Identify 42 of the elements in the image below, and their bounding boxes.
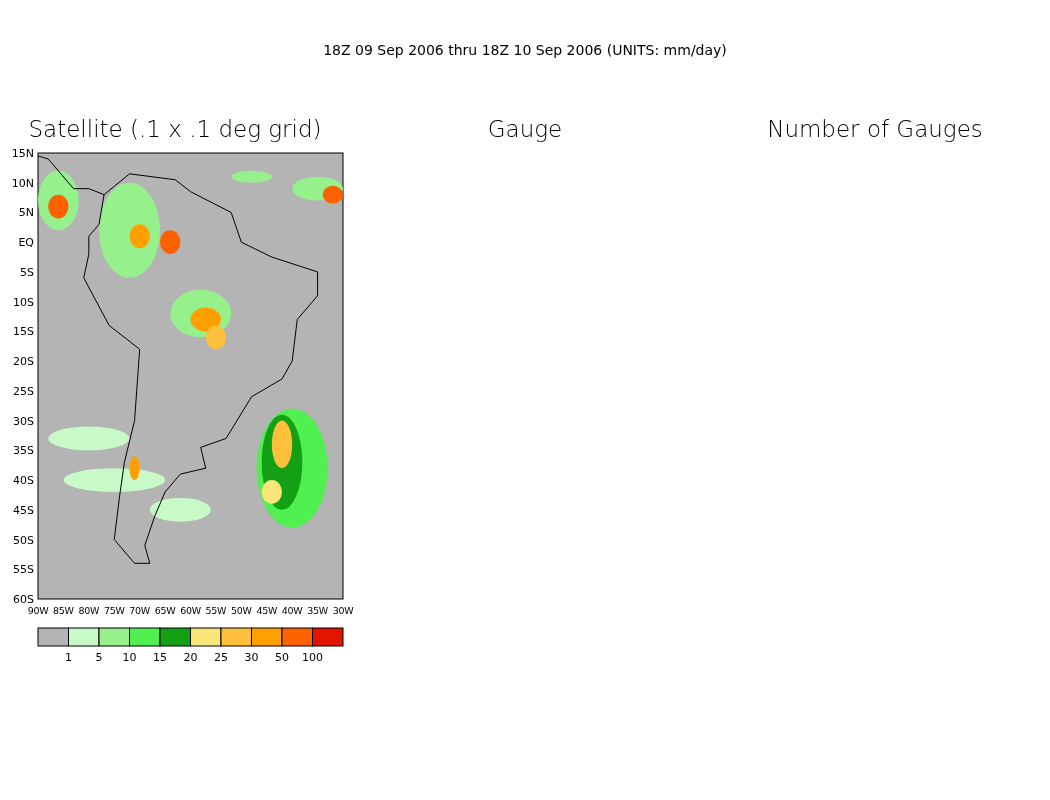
latitude-label: 45S <box>13 503 34 517</box>
legend-label: 10 <box>122 651 137 664</box>
panel-title: Satellite (.1 x .1 deg grid) <box>28 116 322 144</box>
longitude-label: 35W <box>307 605 328 616</box>
legend-label: 25 <box>214 651 228 664</box>
latitude-label: 10S <box>13 295 34 309</box>
latitude-label: 15S <box>13 325 34 339</box>
longitude-label: 75W <box>103 605 125 616</box>
latitude-label: 10N <box>11 176 34 190</box>
longitude-label: 90W <box>27 605 49 616</box>
legend-label: 30 <box>244 651 259 664</box>
longitude-label: 30W <box>332 605 354 616</box>
latitude-label: 25S <box>13 384 34 398</box>
legend-label: 20 <box>183 651 198 664</box>
latitude-label: EQ <box>18 236 34 250</box>
legend-label: 100 <box>302 651 323 664</box>
latitude-label: 15N <box>11 147 34 160</box>
chart-title: 18Z 09 Sep 2006 thru 18Z 10 Sep 2006 (UNITS: mm/day) <box>322 41 728 60</box>
latitude-label: 5N <box>18 206 34 220</box>
panel-title: Gauge <box>487 116 563 144</box>
longitude-label: 55W <box>205 605 227 616</box>
panel-title: Number of Gauges <box>767 116 983 144</box>
latitude-label: 55S <box>13 563 34 577</box>
latitude-label: 60S <box>13 593 34 606</box>
latitude-label: 35S <box>13 444 34 458</box>
longitude-label: 40W <box>281 605 303 616</box>
legend-label: 5 <box>95 651 103 664</box>
latitude-label: 30S <box>13 414 34 428</box>
longitude-label: 45W <box>256 605 278 616</box>
legend-label: 50 <box>275 651 289 664</box>
longitude-label: 65W <box>154 605 176 616</box>
latitude-label: 20S <box>13 355 34 369</box>
legend-label: 1 <box>65 651 72 664</box>
latitude-label: 50S <box>13 533 34 547</box>
longitude-label: 70W <box>129 605 150 616</box>
latitude-label: 40S <box>13 474 34 488</box>
longitude-label: 85W <box>53 605 74 616</box>
legend-label: 15 <box>153 651 167 664</box>
latitude-label: 5S <box>20 265 34 279</box>
longitude-label: 50W <box>231 605 252 616</box>
longitude-label: 80W <box>78 605 100 616</box>
longitude-label: 60W <box>180 605 201 616</box>
